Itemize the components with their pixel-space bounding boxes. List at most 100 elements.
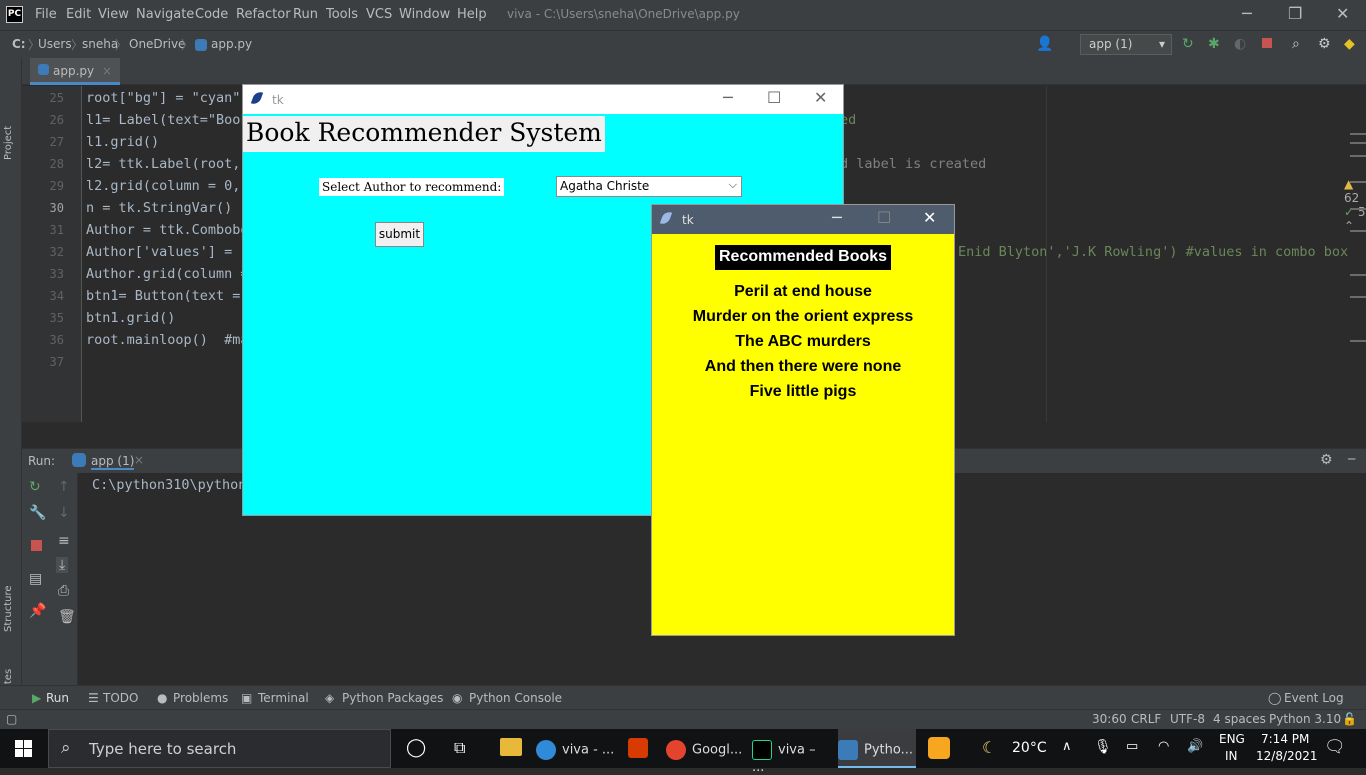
- volume-icon[interactable]: 🔊: [1187, 739, 1203, 754]
- tk-maximize-button[interactable]: ☐: [767, 88, 781, 107]
- action-center-icon[interactable]: 🗨: [1324, 737, 1346, 757]
- line-separator[interactable]: CRLF: [1131, 712, 1161, 726]
- battery-icon[interactable]: ▭: [1126, 739, 1138, 754]
- tool-tab-problems[interactable]: Problems: [173, 691, 228, 705]
- gear-icon[interactable]: ⚙: [1320, 452, 1333, 468]
- file-explorer-icon[interactable]: [500, 738, 522, 756]
- taskbar-search-box[interactable]: ⌕ Type here to search: [48, 729, 391, 768]
- menu-edit[interactable]: Edit: [66, 7, 91, 22]
- author-combobox[interactable]: Agatha Christe ⌵: [556, 176, 742, 197]
- menu-help[interactable]: Help: [457, 7, 487, 22]
- trash-icon[interactable]: 🗑: [58, 609, 76, 625]
- print-icon[interactable]: ⎙: [58, 583, 69, 599]
- taskbar-app-python[interactable]: Pytho...: [838, 729, 916, 768]
- search-icon[interactable]: ⌕: [1292, 36, 1300, 52]
- taskbar-app-chrome[interactable]: Googl...: [666, 729, 746, 768]
- indent-setting[interactable]: 4 spaces: [1213, 712, 1266, 726]
- python-interpreter[interactable]: Python 3.10: [1269, 712, 1341, 726]
- breadcrumb-file[interactable]: app.py: [211, 37, 252, 51]
- tool-tab-event-log[interactable]: Event Log: [1284, 691, 1344, 705]
- tk-minimize-button[interactable]: ─: [832, 208, 842, 227]
- tool-tab-python-console[interactable]: Python Console: [469, 691, 562, 705]
- rerun-icon[interactable]: ↻: [1182, 36, 1194, 52]
- close-tab-icon[interactable]: ×: [134, 453, 144, 467]
- submit-button[interactable]: submit: [375, 222, 424, 247]
- weather-temp[interactable]: 20°C: [1012, 740, 1047, 756]
- gear-icon[interactable]: ⚙: [1318, 36, 1331, 52]
- editor-tab-app-py[interactable]: app.py ×: [30, 58, 120, 85]
- layout-icon[interactable]: ▤: [29, 571, 42, 587]
- stop-icon[interactable]: [1262, 38, 1272, 48]
- minimize-button[interactable]: ─: [1242, 4, 1252, 23]
- tray-expand-icon[interactable]: ∧: [1062, 739, 1072, 754]
- debug-icon[interactable]: ✱: [1208, 36, 1220, 52]
- close-tab-icon[interactable]: ×: [102, 64, 112, 78]
- weather-moon-icon[interactable]: ☾: [982, 738, 996, 757]
- menu-run[interactable]: Run: [293, 7, 318, 22]
- tk-maximize-button[interactable]: ☐: [877, 208, 891, 227]
- notification-app-icon[interactable]: [928, 737, 950, 759]
- tk-result-titlebar[interactable]: tk ─ ☐ ✕: [652, 205, 954, 234]
- menu-code[interactable]: Code: [195, 7, 228, 22]
- language-secondary[interactable]: IN: [1225, 749, 1238, 763]
- menu-vcs[interactable]: VCS: [366, 7, 392, 22]
- breadcrumb-users[interactable]: Users: [38, 37, 72, 51]
- tk-minimize-button[interactable]: ─: [723, 88, 733, 107]
- pin-icon[interactable]: 📌: [29, 603, 46, 619]
- clock-date[interactable]: 12/8/2021: [1256, 749, 1318, 763]
- code-line: Author.grid(column =: [86, 266, 249, 282]
- tk-feather-icon: [660, 210, 672, 226]
- menu-refactor[interactable]: Refactor: [236, 7, 291, 22]
- windows-start-icon[interactable]: [15, 740, 33, 758]
- file-encoding[interactable]: UTF-8: [1170, 712, 1205, 726]
- coverage-icon[interactable]: ◐: [1234, 36, 1246, 52]
- arrow-up-icon[interactable]: ↑: [58, 479, 70, 495]
- clock-time[interactable]: 7:14 PM: [1261, 732, 1309, 746]
- lock-icon[interactable]: 🔓: [1342, 712, 1357, 726]
- pycharm-logo-icon: PC: [6, 6, 23, 23]
- rerun-icon[interactable]: ↻: [29, 479, 41, 495]
- menu-window[interactable]: Window: [399, 7, 450, 22]
- tool-tab-python-packages[interactable]: Python Packages: [342, 691, 443, 705]
- chevron-down-icon[interactable]: ⌵: [729, 178, 737, 192]
- menu-file[interactable]: File: [35, 7, 57, 22]
- close-button[interactable]: ✕: [1336, 4, 1349, 23]
- tk-close-button[interactable]: ✕: [814, 88, 827, 107]
- taskbar-app-pycharm[interactable]: viva – ...: [752, 729, 832, 768]
- line-number: 29: [22, 179, 64, 193]
- breadcrumb-onedrive[interactable]: OneDrive: [129, 37, 185, 51]
- tk-close-button[interactable]: ✕: [923, 208, 936, 227]
- restore-button[interactable]: ❐: [1288, 4, 1302, 23]
- structure-tool-tab[interactable]: Structure: [3, 585, 14, 632]
- task-view-icon[interactable]: ⧉: [454, 738, 465, 758]
- tool-tab-terminal[interactable]: Terminal: [258, 691, 309, 705]
- project-tool-tab[interactable]: Project: [3, 126, 14, 160]
- tool-tab-run[interactable]: Run: [46, 691, 69, 705]
- cortana-icon[interactable]: ◯: [406, 737, 426, 758]
- status-bar: ▢ 30:60 CRLF UTF-8 4 spaces Python 3.10 …: [0, 709, 1366, 729]
- wifi-icon[interactable]: ◠: [1158, 739, 1169, 754]
- hide-panel-icon[interactable]: ─: [1348, 452, 1355, 466]
- stop-icon[interactable]: [31, 540, 42, 551]
- run-configuration-select[interactable]: app (1) ▾: [1080, 34, 1172, 55]
- jetbrains-icon[interactable]: ◆: [1344, 36, 1355, 52]
- user-icon[interactable]: 👤: [1036, 36, 1053, 52]
- layout-toggle-icon[interactable]: ▢: [6, 712, 17, 726]
- menu-tools[interactable]: Tools: [326, 7, 358, 22]
- microphone-icon[interactable]: 🎙: [1094, 739, 1112, 755]
- menu-navigate[interactable]: Navigate: [136, 7, 194, 22]
- tool-tab-todo[interactable]: TODO: [103, 691, 138, 705]
- language-primary[interactable]: ENG: [1219, 732, 1245, 746]
- soft-wrap-icon[interactable]: ≡: [58, 533, 70, 549]
- menu-view[interactable]: View: [98, 7, 129, 22]
- wrench-icon[interactable]: 🔧: [29, 505, 46, 521]
- scroll-to-end-icon[interactable]: ⤓: [56, 557, 68, 573]
- breadcrumb-sneha[interactable]: sneha: [82, 37, 118, 51]
- taskbar-app-edge[interactable]: viva - ...: [536, 729, 616, 768]
- run-tab-app[interactable]: app (1): [91, 454, 134, 470]
- arrow-down-icon[interactable]: ↓: [58, 505, 70, 521]
- breadcrumb-drive[interactable]: C:: [12, 37, 26, 51]
- tk-main-titlebar[interactable]: tk ─ ☐ ✕: [243, 85, 843, 114]
- caret-position[interactable]: 30:60: [1092, 712, 1127, 726]
- office-icon[interactable]: [628, 738, 648, 758]
